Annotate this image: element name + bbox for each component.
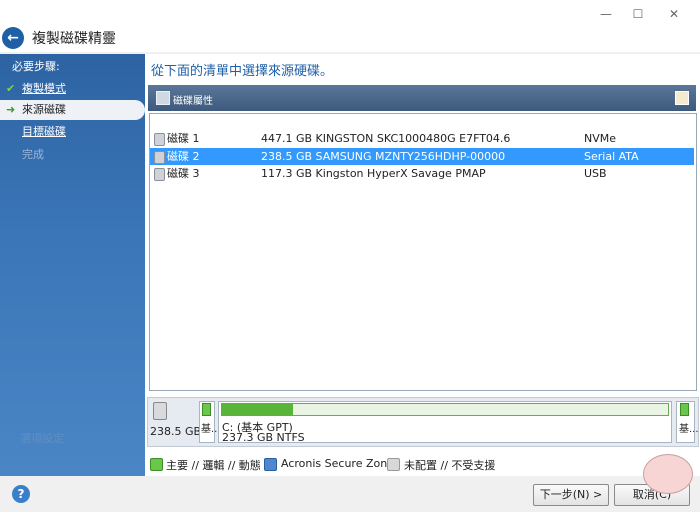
pig-mascot-logo bbox=[643, 454, 693, 494]
checkmark-icon: ✔ bbox=[6, 82, 16, 95]
disk-name: 磁碟 3 bbox=[167, 167, 200, 180]
disk-icon bbox=[154, 151, 165, 164]
partition-size: 237.3 GB NTFS bbox=[222, 431, 305, 444]
sidebar-item-label: 來源磁碟 bbox=[22, 103, 66, 116]
sidebar-item-target-disk[interactable]: 目標磁碟 bbox=[0, 122, 145, 142]
disk-properties-icon[interactable] bbox=[156, 91, 170, 105]
disk-interface: USB bbox=[584, 167, 607, 180]
sidebar-item-finish: 完成 bbox=[0, 145, 145, 165]
disk-row-1[interactable]: 磁碟 1 447.1 GB KINGSTON SKC1000480G E7FT0… bbox=[150, 130, 694, 147]
legend-unallocated-label: 未配置 // 不受支援 bbox=[404, 459, 496, 472]
disk-description: 447.1 GB KINGSTON SKC1000480G E7FT04.6 bbox=[261, 132, 511, 145]
disk-description: 117.3 GB Kingston HyperX Savage PMAP bbox=[261, 167, 486, 180]
next-button[interactable]: 下一步(N) > bbox=[533, 484, 609, 506]
disk-icon bbox=[154, 168, 165, 181]
disk-row-3[interactable]: 磁碟 3 117.3 GB Kingston HyperX Savage PMA… bbox=[150, 165, 694, 182]
sidebar-item-label: 複製模式 bbox=[22, 82, 66, 95]
minimize-button[interactable]: — bbox=[596, 6, 616, 22]
disk-properties-button[interactable]: 磁碟屬性 bbox=[173, 92, 213, 107]
instruction-text: 從下面的清單中選擇來源硬碟。 bbox=[151, 64, 334, 79]
disk-row-2[interactable]: 磁碟 2 238.5 GB SAMSUNG MZNTY256HDHP-00000… bbox=[150, 148, 694, 165]
maximize-button[interactable]: ☐ bbox=[628, 6, 648, 22]
sidebar-item-label: 完成 bbox=[22, 148, 44, 161]
sidebar-item-clone-mode[interactable]: ✔ 複製模式 bbox=[0, 79, 145, 99]
disk-interface: NVMe bbox=[584, 132, 617, 145]
sidebar-options-label: 選項設定 bbox=[20, 432, 64, 445]
disk-interface: Serial ATA bbox=[584, 150, 639, 163]
disk-icon bbox=[153, 402, 167, 420]
close-button[interactable]: ✕ bbox=[664, 6, 684, 22]
column-settings-icon[interactable] bbox=[675, 91, 689, 105]
disk-description: 238.5 GB SAMSUNG MZNTY256HDHP-00000 bbox=[261, 150, 506, 163]
sidebar-item-label: 目標磁碟 bbox=[22, 125, 66, 138]
sidebar-heading: 必要步驟: bbox=[12, 60, 60, 73]
disk-toolbar bbox=[148, 85, 696, 111]
disk-icon bbox=[154, 133, 165, 146]
window-title: 複製磁碟精靈 bbox=[32, 31, 116, 47]
disk-name: 磁碟 1 bbox=[167, 132, 200, 145]
sidebar-item-source-disk[interactable]: ➜ 來源磁碟 bbox=[0, 100, 145, 120]
legend-primary-swatch bbox=[150, 458, 163, 471]
arrow-right-icon: ➜ bbox=[6, 103, 16, 116]
back-button[interactable]: ← bbox=[2, 27, 24, 49]
help-icon[interactable]: ? bbox=[12, 485, 30, 503]
partition-usage-fill bbox=[222, 404, 293, 415]
legend-secure-zone-label: Acronis Secure Zone bbox=[281, 457, 394, 470]
legend-primary-label: 主要 // 邏輯 // 動態 bbox=[166, 459, 261, 472]
partition-usage-fill bbox=[202, 403, 211, 416]
legend-unallocated-swatch bbox=[387, 458, 400, 471]
partition-label: 基... bbox=[679, 424, 699, 435]
disk-size-label: 238.5 GB bbox=[150, 425, 202, 438]
partition-usage-fill bbox=[680, 403, 689, 416]
disk-name: 磁碟 2 bbox=[167, 150, 200, 163]
legend-secure-zone-swatch bbox=[264, 458, 277, 471]
